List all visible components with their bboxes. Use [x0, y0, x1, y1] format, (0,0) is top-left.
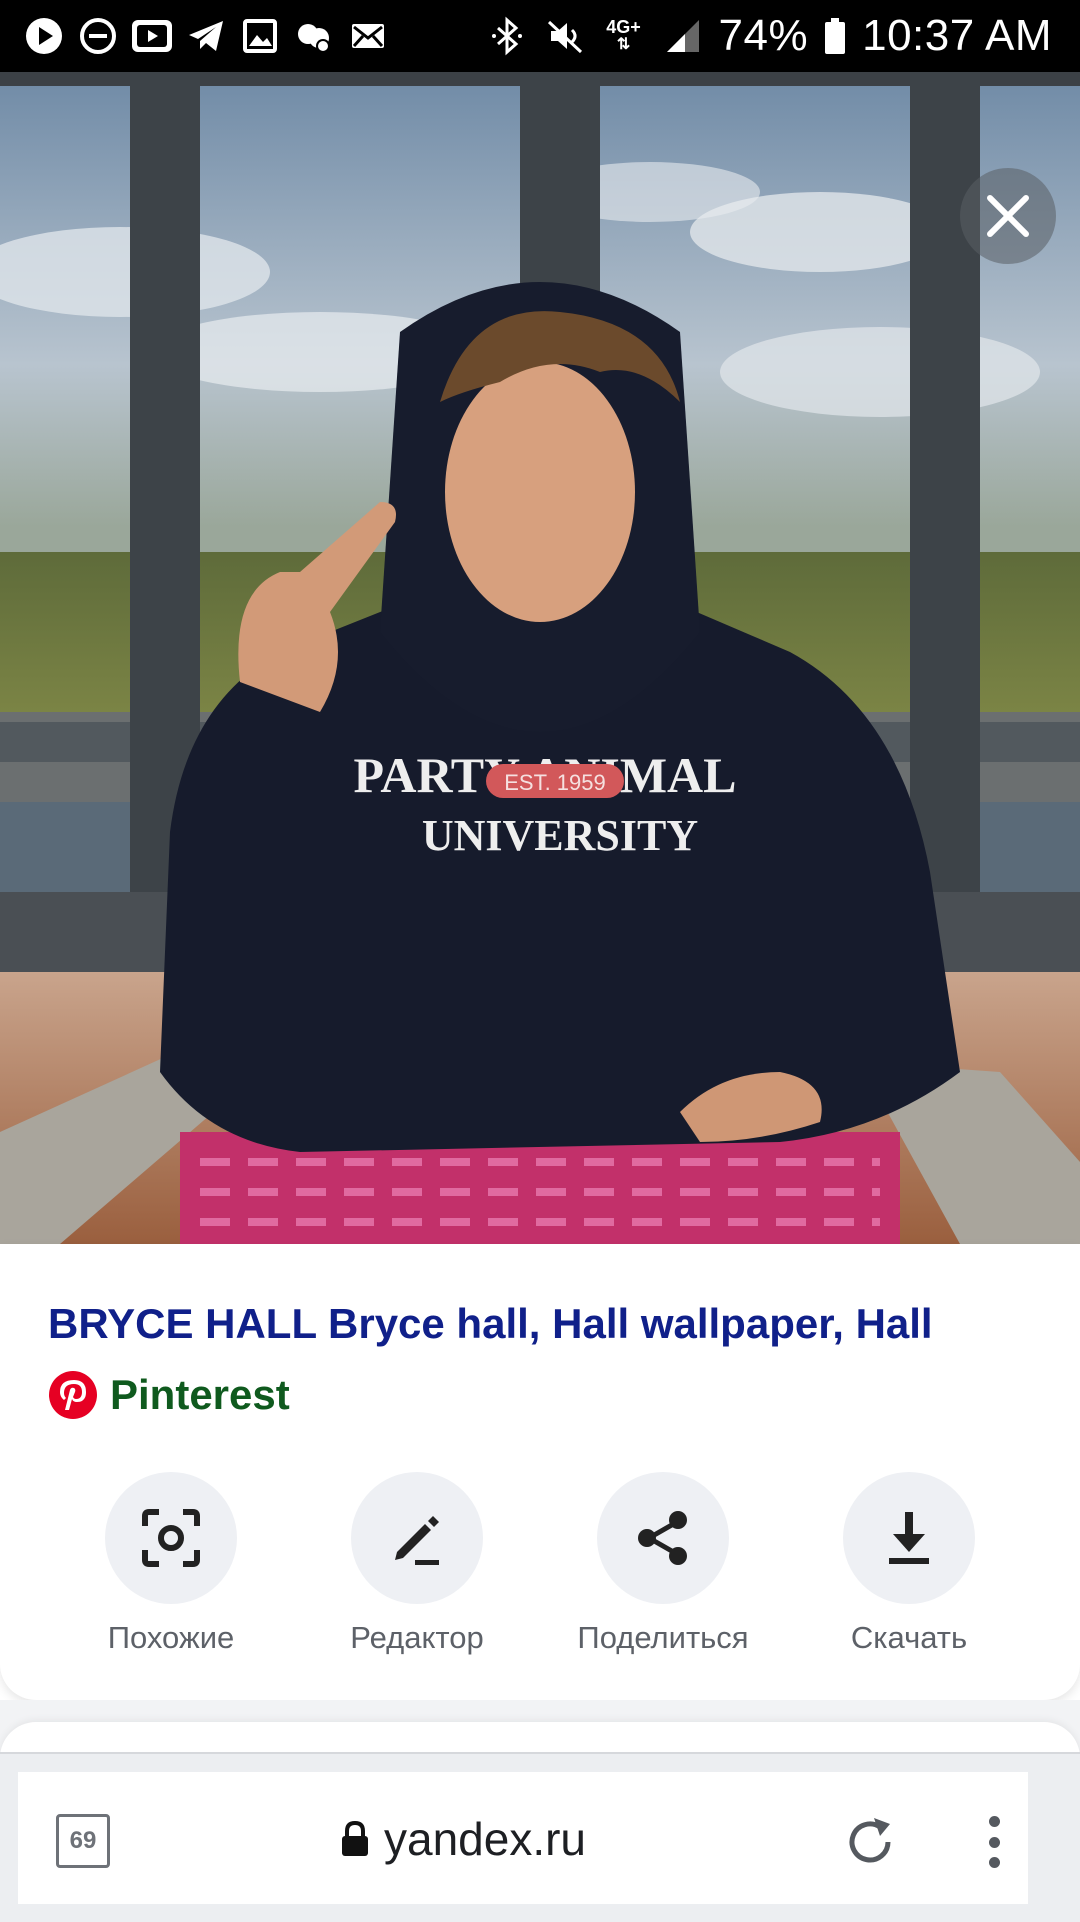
pinterest-icon: [49, 1371, 97, 1419]
mail-icon: [346, 14, 390, 58]
status-bar: 4G+ ⇅ 74% 10:37 AM: [0, 0, 1080, 72]
network-type: 4G+: [606, 17, 641, 37]
similar-button[interactable]: Похожие: [48, 1472, 294, 1656]
share-icon: [638, 1511, 687, 1565]
editor-button[interactable]: Редактор: [294, 1472, 540, 1656]
source-name: Pinterest: [110, 1371, 290, 1418]
close-icon: [987, 195, 1029, 237]
url-display[interactable]: yandex.ru: [340, 1812, 586, 1866]
close-button[interactable]: [960, 168, 1056, 264]
shirt-badge: EST. 1959: [504, 770, 606, 795]
url-text: yandex.ru: [384, 1813, 587, 1865]
similar-scan-icon: [142, 1509, 200, 1567]
menu-dot: [988, 1836, 1000, 1848]
download-button[interactable]: Скачать: [786, 1472, 1032, 1656]
reload-button[interactable]: [840, 1812, 900, 1872]
share-label: Поделиться: [577, 1620, 749, 1655]
image-preview[interactable]: PARTY ANIMAL EST. 1959 UNIVERSITY: [0, 72, 1080, 1244]
person-photo: PARTY ANIMAL EST. 1959 UNIVERSITY: [0, 72, 1080, 1244]
notification-icons: [22, 14, 390, 58]
action-row: Похожие Редактор Поделиться Скачать: [0, 1472, 1080, 1655]
pencil-icon: [395, 1516, 439, 1565]
tabs-button[interactable]: 69: [56, 1814, 110, 1868]
tab-count: 69: [69, 1827, 97, 1854]
clock: 10:37 AM: [862, 11, 1052, 60]
menu-dot: [988, 1857, 1000, 1868]
battery-icon: [822, 14, 848, 58]
share-button[interactable]: Поделиться: [540, 1472, 786, 1656]
signal-icon: [661, 14, 705, 58]
system-status: 4G+ ⇅ 74% 10:37 AM: [485, 8, 1052, 64]
youtube-icon: [130, 14, 174, 58]
result-title[interactable]: BRYCE HALL Bryce hall, Hall wallpaper, H…: [48, 1300, 1048, 1348]
similar-label: Похожие: [107, 1620, 235, 1655]
shirt-text-line2: UNIVERSITY: [422, 811, 698, 860]
battery-percent: 74%: [718, 11, 809, 60]
gallery-icon: [238, 14, 282, 58]
menu-dot: [988, 1816, 1000, 1827]
dnd-icon: [76, 14, 120, 58]
weather-icon: [292, 14, 336, 58]
reload-icon: [849, 1818, 891, 1863]
bluetooth-icon: [485, 14, 529, 58]
source-link[interactable]: Pinterest: [48, 1370, 290, 1420]
play-icon: [22, 14, 66, 58]
browser-bottom-bar: 69 yandex.ru: [0, 1752, 1080, 1922]
telegram-icon: [184, 14, 228, 58]
lock-icon: [342, 1820, 368, 1856]
download-label: Скачать: [850, 1620, 968, 1655]
editor-label: Редактор: [350, 1620, 484, 1655]
download-icon: [889, 1512, 929, 1564]
menu-button[interactable]: [976, 1812, 1012, 1872]
network-4g-icon: 4G+ ⇅: [601, 18, 647, 54]
image-info-card: BRYCE HALL Bryce hall, Hall wallpaper, H…: [0, 1244, 1080, 1700]
mute-icon: [543, 14, 587, 58]
